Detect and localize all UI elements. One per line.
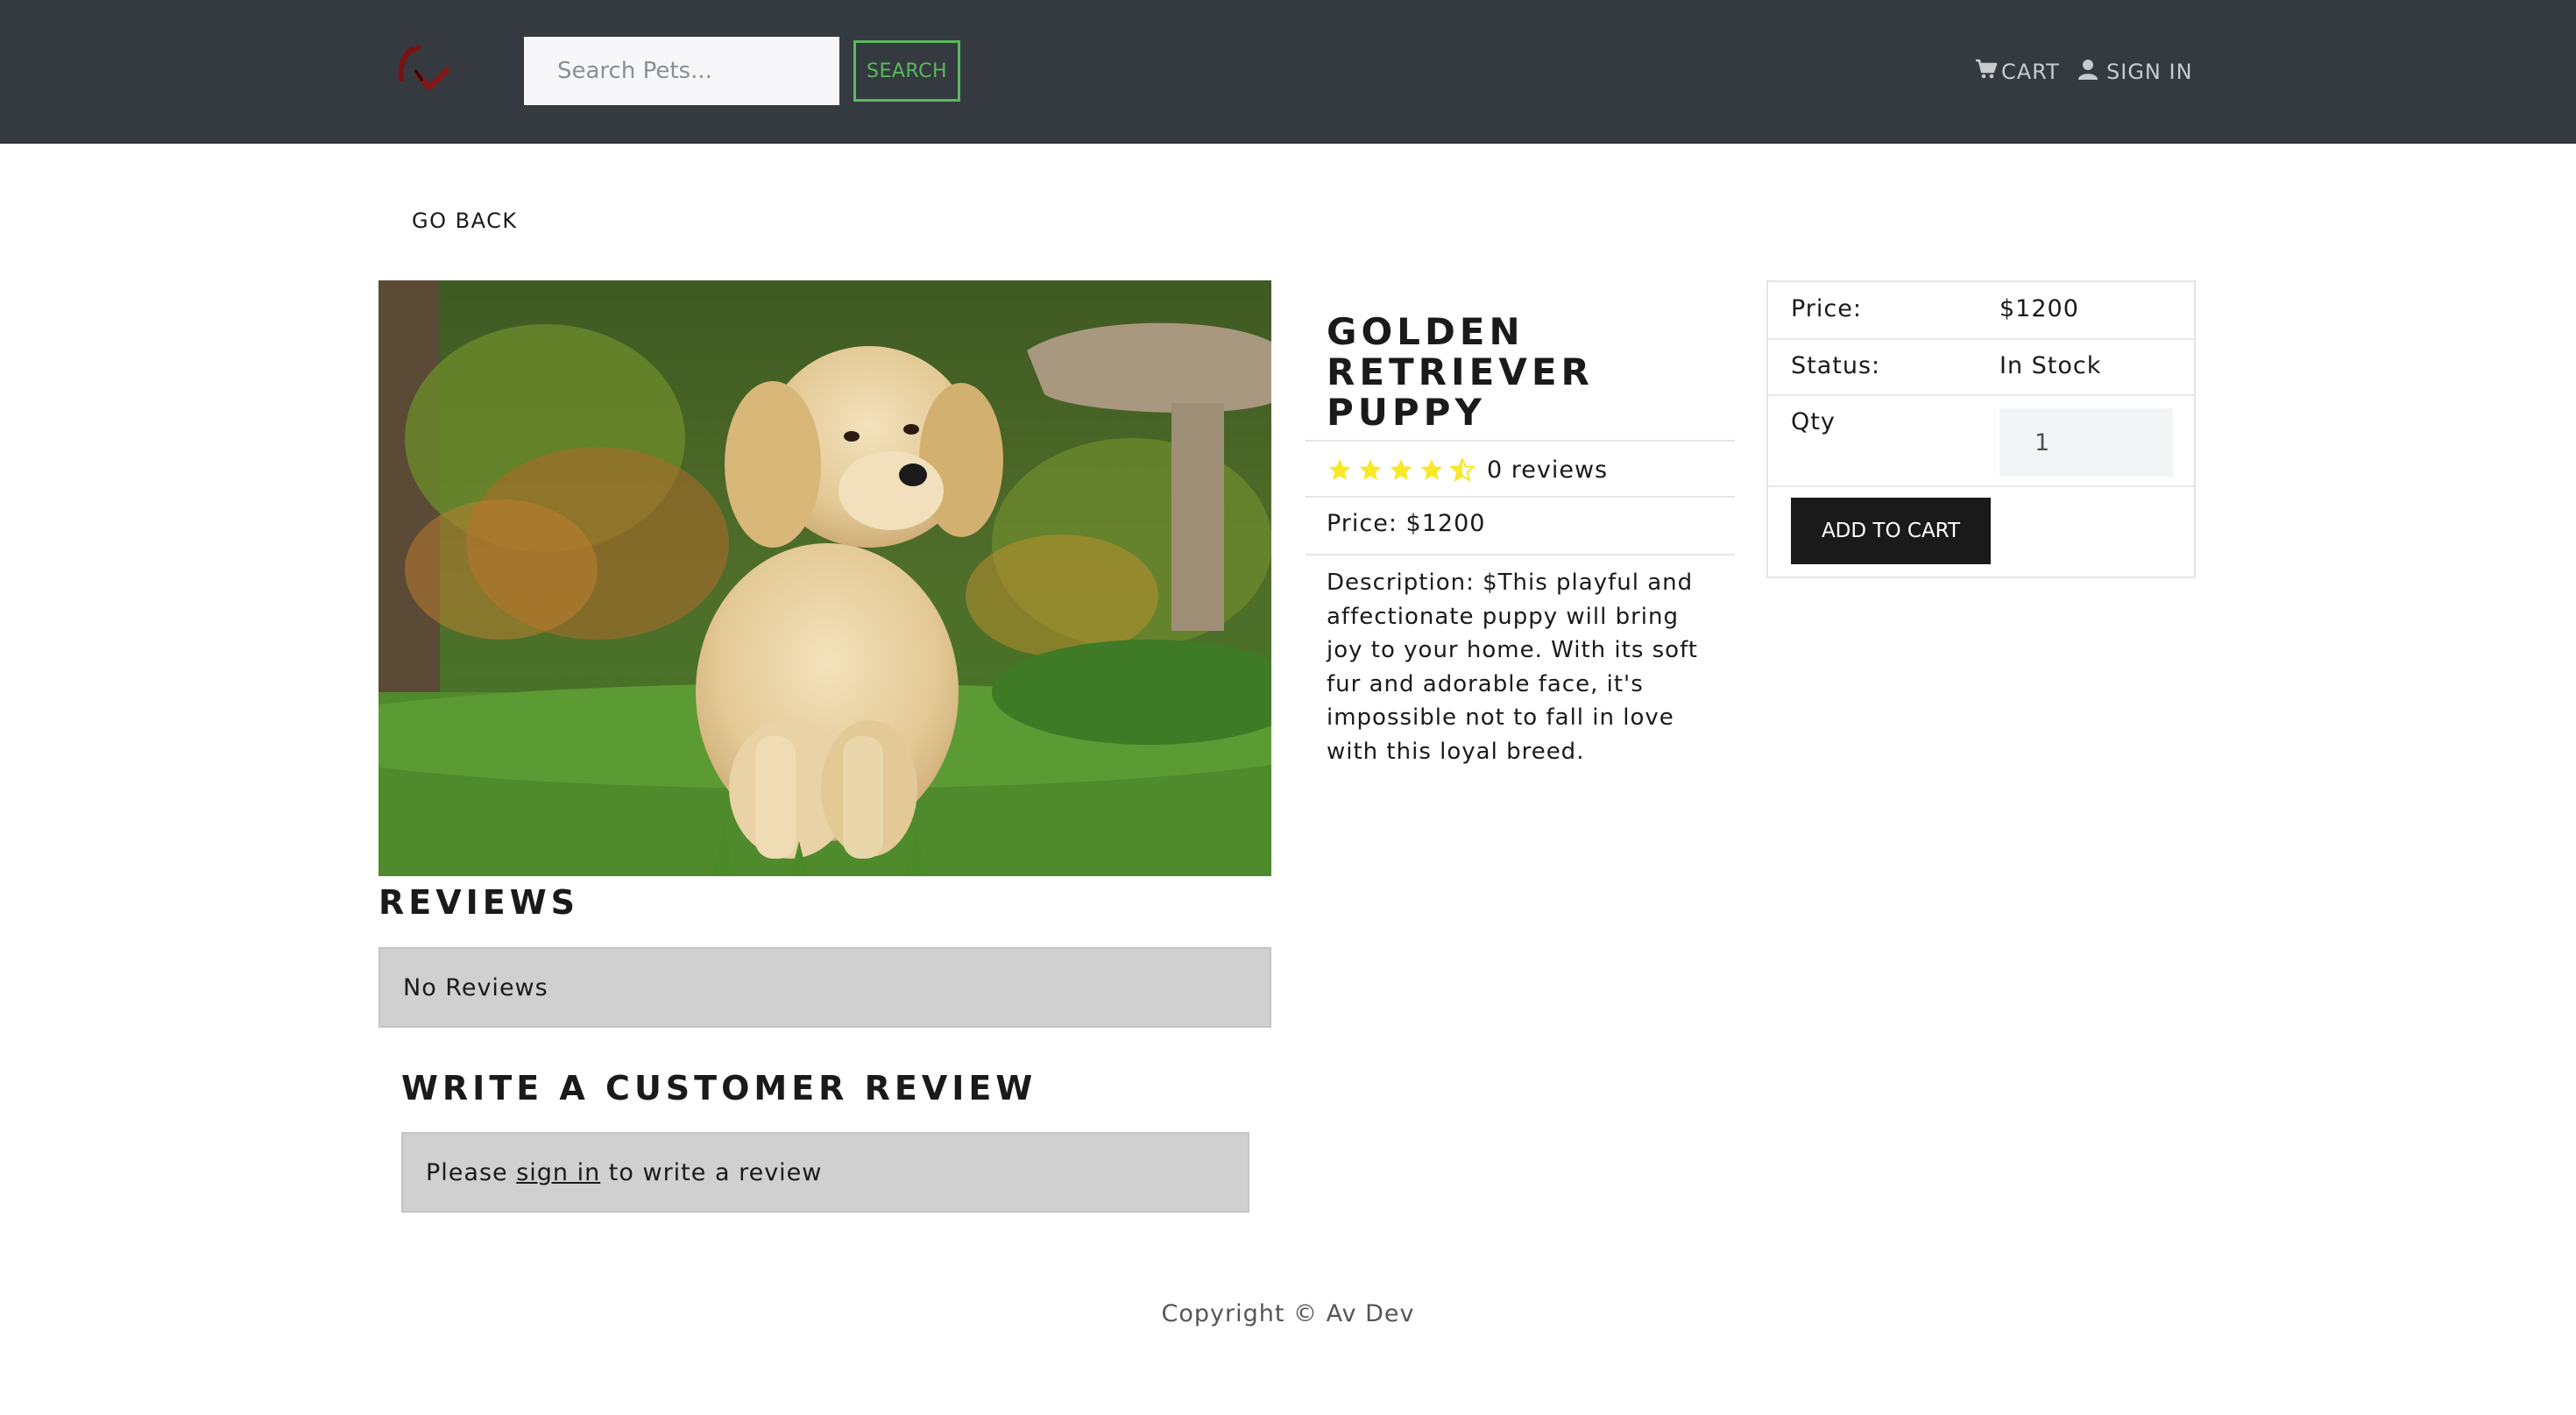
status-label: Status: xyxy=(1791,352,1881,379)
search-button[interactable]: SEARCH xyxy=(853,40,960,102)
price-row: Price: $1200 xyxy=(1768,282,2194,340)
rating-stars xyxy=(1327,457,1480,482)
cart-link[interactable]: CART xyxy=(1975,53,2060,91)
signin-label: SIGN IN xyxy=(2106,60,2193,84)
product-image xyxy=(379,280,1271,876)
product-title: GOLDEN RETRIEVER PUPPY xyxy=(1327,312,1712,433)
reviews-count: 0 reviews xyxy=(1487,456,1609,484)
price-value: $1200 xyxy=(1999,295,2079,322)
write-review-heading: WRITE A CUSTOMER REVIEW xyxy=(401,1069,1037,1107)
signin-review-link[interactable]: sign in xyxy=(516,1159,600,1186)
navbar: SEARCH CART SIGN IN xyxy=(0,0,2576,144)
product-price: Price: $1200 xyxy=(1327,510,1486,537)
user-icon xyxy=(2078,59,2101,85)
star-full-icon xyxy=(1390,459,1412,480)
price-label: Price: xyxy=(1791,295,1862,322)
qty-label: Qty xyxy=(1791,408,1836,435)
star-full-icon xyxy=(1359,459,1382,480)
status-value: In Stock xyxy=(1999,352,2102,379)
go-back-button[interactable]: GO BACK xyxy=(412,209,518,233)
divider xyxy=(1306,496,1735,498)
product-title-line1: GOLDEN xyxy=(1327,310,1525,353)
star-half-icon xyxy=(1449,457,1476,482)
cart-card: Price: $1200 Status: In Stock Qty 1 ADD … xyxy=(1766,280,2196,578)
qty-row: Qty 1 xyxy=(1768,396,2194,487)
signin-suffix: to write a review xyxy=(600,1158,823,1186)
divider xyxy=(1306,554,1735,555)
signin-to-review-message: Please sign in to write a review xyxy=(401,1132,1249,1213)
add-to-cart-button[interactable]: ADD TO CART xyxy=(1791,498,1991,564)
star-full-icon xyxy=(1328,459,1351,480)
product-title-line2: RETRIEVER PUPPY xyxy=(1327,350,1594,434)
signin-prefix: Please xyxy=(426,1158,517,1186)
search-input[interactable] xyxy=(524,37,839,105)
footer-copyright: Copyright © Av Dev xyxy=(1161,1300,1415,1327)
qty-select[interactable]: 1 xyxy=(1999,408,2173,477)
status-row: Status: In Stock xyxy=(1768,340,2194,396)
cart-label: CART xyxy=(2001,60,2060,84)
cart-icon xyxy=(1975,59,2001,85)
signin-link[interactable]: SIGN IN xyxy=(2078,53,2193,91)
brand-logo-icon[interactable] xyxy=(393,35,463,105)
no-reviews-message: No Reviews xyxy=(379,947,1271,1028)
divider xyxy=(1306,440,1735,442)
product-description: Description: $This playful and affection… xyxy=(1327,570,1698,765)
product-rating: 0 reviews xyxy=(1327,452,1608,487)
star-full-icon xyxy=(1420,459,1443,480)
reviews-heading: REVIEWS xyxy=(379,883,580,922)
